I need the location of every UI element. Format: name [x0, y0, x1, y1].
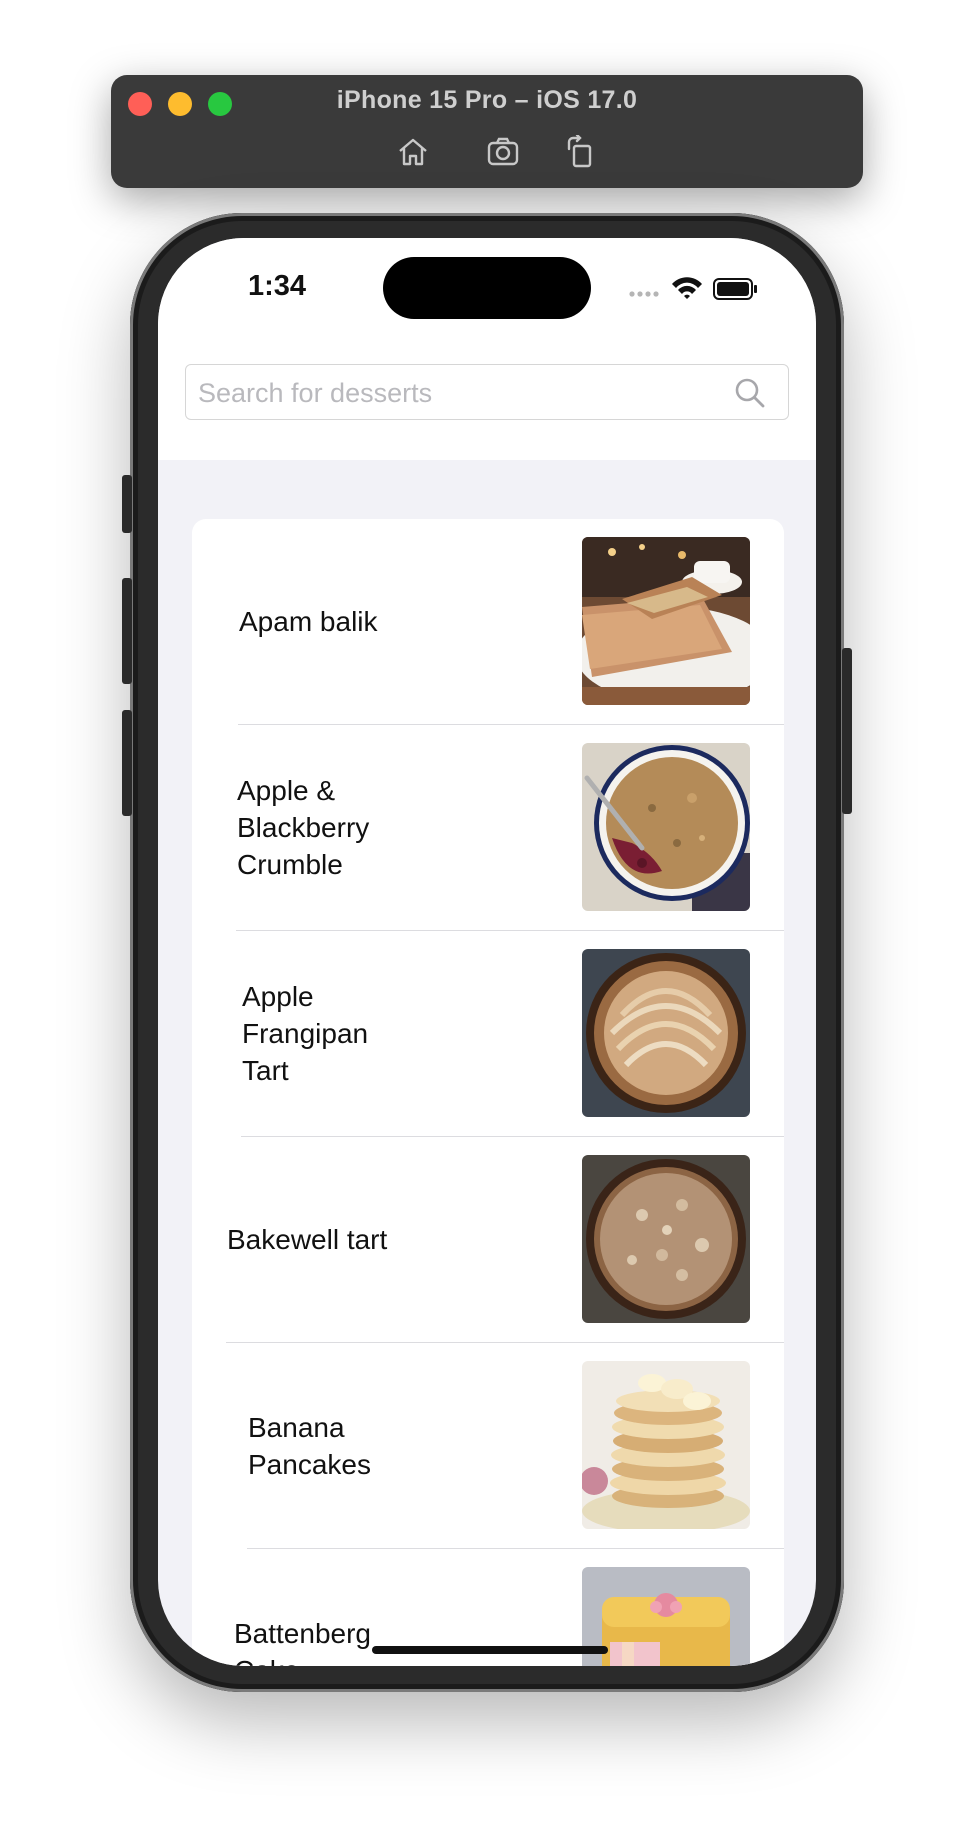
list-item[interactable]: Apam balik	[192, 519, 784, 724]
screenshot-icon[interactable]	[485, 135, 521, 169]
dessert-name-line: Banana	[248, 1411, 345, 1443]
list-item[interactable]: Banana Pancakes	[192, 1343, 784, 1548]
dessert-name-line: Battenberg	[234, 1617, 371, 1649]
dessert-name-line: Bakewell tart	[227, 1224, 388, 1255]
search-icon[interactable]	[734, 377, 766, 409]
pancakes-photo	[582, 1361, 750, 1529]
battery-icon	[713, 278, 757, 300]
crumble-photo	[582, 743, 750, 911]
dessert-name: Bakewell tart	[227, 1137, 427, 1342]
frangipan-tart-photo	[582, 949, 750, 1117]
dessert-name-line: Cake	[234, 1652, 371, 1667]
dessert-name-line: Pancakes	[248, 1448, 371, 1480]
dessert-name-line: Frangipan	[242, 1018, 369, 1049]
dynamic-island	[383, 257, 591, 319]
dessert-name-line: Apple &	[237, 775, 336, 806]
apam-balik-photo	[582, 537, 750, 705]
dessert-name: Banana Pancakes	[248, 1343, 448, 1548]
dessert-name-line: Crumble	[237, 849, 343, 880]
search-bar[interactable]	[185, 364, 789, 420]
search-input[interactable]	[196, 373, 730, 413]
dessert-name: Apam balik	[239, 519, 439, 724]
dessert-name-line: Apam balik	[239, 606, 378, 637]
phone-screen: 1:34 Search for desserts Apam balik Appl…	[158, 238, 816, 1666]
bakewell-tart-photo	[582, 1155, 750, 1323]
dessert-list: Apam balik Apple & Blackberry Crumble Ap…	[192, 519, 784, 1666]
dessert-name-line: Apple	[242, 981, 314, 1012]
home-indicator[interactable]	[372, 1646, 608, 1654]
simulator-title: iPhone 15 Pro – iOS 17.0	[336, 86, 638, 114]
volume-up-button	[122, 578, 132, 684]
dessert-name: Apple Frangipan Tart	[242, 931, 442, 1136]
status-time: 1:34	[248, 270, 307, 302]
dessert-name-line: Tart	[242, 1055, 289, 1086]
list-item[interactable]: Apple Frangipan Tart	[192, 931, 784, 1136]
side-button	[842, 648, 852, 814]
list-item[interactable]: Bakewell tart	[192, 1137, 784, 1342]
list-item[interactable]: Apple & Blackberry Crumble	[192, 725, 784, 930]
dessert-name: Apple & Blackberry Crumble	[237, 725, 437, 930]
action-button	[122, 475, 132, 533]
dessert-name-line: Blackberry	[237, 812, 370, 843]
status-icons	[628, 274, 788, 304]
cellular-signal-icon	[629, 291, 659, 297]
volume-down-button	[122, 710, 132, 816]
rotate-icon[interactable]	[563, 133, 599, 169]
wifi-icon	[672, 277, 702, 299]
home-icon[interactable]	[395, 135, 431, 169]
